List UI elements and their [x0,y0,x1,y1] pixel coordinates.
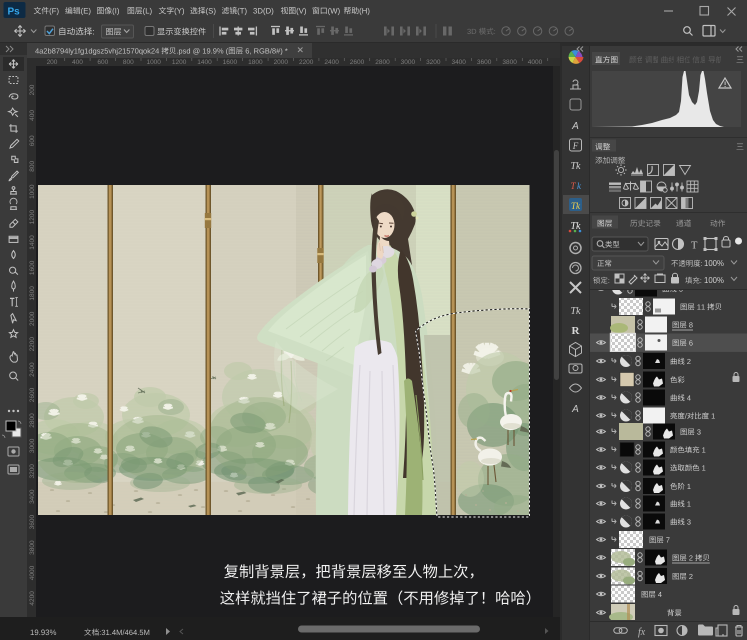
svg-text:3800: 3800 [502,59,517,66]
svg-text:2800: 2800 [375,59,390,66]
svg-text:2000: 2000 [29,311,36,326]
svg-text:fx: fx [638,627,646,638]
svg-text:4000: 4000 [528,59,543,66]
svg-text:1000: 1000 [29,184,36,199]
svg-text:1600: 1600 [29,260,36,275]
svg-text:3800: 3800 [29,540,36,555]
svg-text:2800: 2800 [29,413,36,428]
svg-text:400: 400 [29,110,36,121]
svg-text:Tk: Tk [571,161,582,172]
svg-text:A: A [571,404,579,415]
svg-text:100%: 100% [704,276,724,285]
svg-text:2000: 2000 [274,59,289,66]
svg-text:2400: 2400 [29,362,36,377]
svg-text:A: A [571,121,579,132]
svg-text:200: 200 [29,84,36,95]
svg-text:3200: 3200 [29,464,36,479]
svg-text:3000: 3000 [29,438,36,453]
svg-text:2600: 2600 [350,59,365,66]
svg-text:3200: 3200 [426,59,441,66]
svg-text:4000: 4000 [29,565,36,580]
svg-text:3600: 3600 [29,514,36,529]
svg-text:1800: 1800 [248,59,263,66]
svg-text:200: 200 [47,59,58,66]
svg-text:800: 800 [123,59,134,66]
svg-text:1000: 1000 [146,59,161,66]
svg-text:600: 600 [29,135,36,146]
svg-text:3600: 3600 [477,59,492,66]
svg-text:Tk: Tk [571,306,582,317]
svg-text:3400: 3400 [29,489,36,504]
svg-text:3400: 3400 [451,59,466,66]
svg-text:2200: 2200 [299,59,314,66]
svg-text:F: F [572,141,579,151]
svg-text:400: 400 [72,59,83,66]
svg-text:600: 600 [97,59,108,66]
svg-text:2200: 2200 [29,337,36,352]
svg-text:2600: 2600 [29,387,36,402]
svg-text:100%: 100% [704,259,724,268]
svg-text:1200: 1200 [172,59,187,66]
svg-text:1400: 1400 [197,59,212,66]
svg-text:1600: 1600 [223,59,238,66]
svg-text:T: T [691,241,698,252]
svg-text:1200: 1200 [29,209,36,224]
svg-text:Ps: Ps [8,7,21,18]
svg-text:Tk: Tk [571,201,581,211]
svg-text:4200: 4200 [29,591,36,606]
svg-text:3000: 3000 [401,59,416,66]
svg-text:2400: 2400 [324,59,339,66]
svg-text:800: 800 [29,160,36,171]
svg-text:1800: 1800 [29,286,36,301]
svg-text:R: R [572,325,581,337]
svg-text:1400: 1400 [29,235,36,250]
